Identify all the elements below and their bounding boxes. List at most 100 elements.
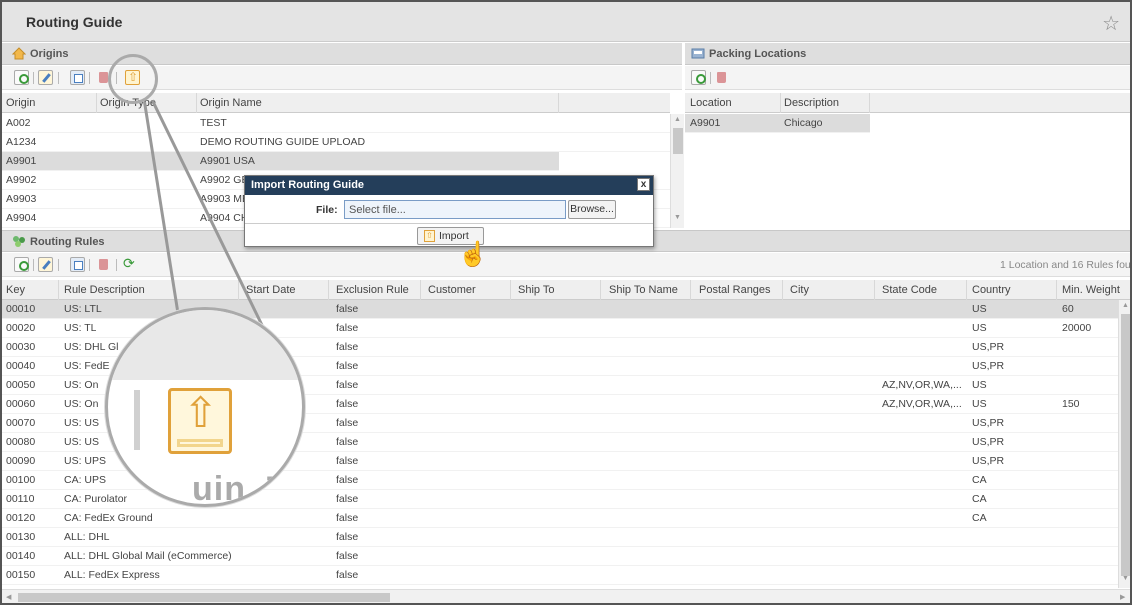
column-country[interactable]: Country [972, 284, 1011, 296]
cell-key: 00080 [6, 436, 36, 448]
column-divider [690, 280, 691, 300]
column-divider [510, 280, 511, 300]
toolbar-separator [58, 259, 59, 271]
scroll-down-icon[interactable]: ▼ [1122, 575, 1129, 582]
browse-button[interactable]: Browse... [568, 200, 616, 219]
table-row[interactable]: A9901 Chicago [685, 114, 870, 133]
column-min-weight[interactable]: Min. Weight [1062, 284, 1120, 296]
column-customer[interactable]: Customer [428, 284, 476, 296]
cell-country: US [972, 303, 987, 315]
file-input[interactable]: Select file... [344, 200, 566, 219]
zoom-toolbar-bg [108, 310, 302, 380]
dialog-header: Import Routing Guide x [245, 176, 653, 195]
packing-column-header: Location Description [685, 93, 1130, 113]
origins-scrollbar[interactable]: ▲ ▼ [670, 114, 684, 228]
rules-horizontal-scrollbar[interactable]: ◀ ▶ [2, 589, 1130, 603]
toolbar-separator [89, 72, 90, 84]
cell-rule-description: ALL: FedEx Express [64, 569, 160, 581]
column-description[interactable]: Description [784, 97, 839, 109]
scroll-down-icon[interactable]: ▼ [674, 214, 681, 221]
cell-rule-description: US: On [64, 398, 99, 410]
scroll-left-icon[interactable]: ◀ [6, 593, 11, 601]
origins-title: Origins [30, 48, 69, 60]
cell-origin: A9902 [6, 174, 37, 186]
column-divider [58, 280, 59, 300]
scroll-thumb[interactable] [18, 593, 390, 602]
copy-icon[interactable] [70, 70, 85, 85]
scroll-thumb[interactable] [673, 128, 683, 154]
cell-rule-description: US: FedE [64, 360, 110, 372]
column-city[interactable]: City [790, 284, 809, 296]
origins-column-header: Origin Origin Type Origin Name [2, 93, 670, 113]
cell-origin-name: DEMO ROUTING GUIDE UPLOAD [200, 136, 366, 148]
table-row[interactable]: A1234 DEMO ROUTING GUIDE UPLOAD [2, 133, 670, 152]
table-row[interactable]: 00120 CA: FedEx Ground false CA [2, 509, 1118, 528]
cell-origin: A002 [6, 117, 31, 129]
column-postal-ranges[interactable]: Postal Ranges [699, 284, 771, 296]
column-ship-to-name[interactable]: Ship To Name [609, 284, 678, 296]
add-icon[interactable] [14, 257, 29, 272]
column-rule-description[interactable]: Rule Description [64, 284, 145, 296]
add-icon[interactable] [691, 70, 706, 85]
cell-exclusion-rule: false [336, 322, 359, 334]
edit-icon[interactable] [38, 257, 53, 272]
table-row[interactable]: 00140 ALL: DHL Global Mail (eCommerce) fal… [2, 547, 1118, 566]
cell-exclusion-rule: false [336, 569, 359, 581]
rules-icon [13, 236, 25, 247]
table-row[interactable]: A9901 A9901 USA [2, 152, 559, 171]
toolbar-separator [33, 259, 34, 271]
cell-exclusion-rule: false [336, 398, 359, 410]
cell-rule-description: US: US [64, 436, 100, 448]
cell-exclusion-rule: false [336, 417, 359, 429]
origins-toolbar [2, 66, 682, 90]
column-key[interactable]: Key [6, 284, 25, 296]
column-state-code[interactable]: State Code [882, 284, 937, 296]
toolbar-separator [116, 259, 117, 271]
cell-rule-description: US: US [64, 417, 100, 429]
routing-rules-title: Routing Rules [30, 236, 105, 248]
app-window: Routing Guide ☆ Origins Origin Origin Ty… [0, 0, 1132, 605]
add-icon[interactable] [14, 70, 29, 85]
cell-rule-description: US: TL [64, 322, 97, 334]
zoom-magnifier: ⇧ uin. T [105, 307, 305, 507]
table-row[interactable]: 00150 ALL: FedEx Express false [2, 566, 1118, 585]
column-origin-name[interactable]: Origin Name [200, 97, 262, 109]
column-divider [874, 280, 875, 300]
scroll-up-icon[interactable]: ▲ [1122, 302, 1129, 309]
column-divider [1056, 280, 1057, 300]
cell-rule-description: US: On [64, 379, 99, 391]
cell-key: 00050 [6, 379, 36, 391]
copy-icon[interactable] [70, 257, 85, 272]
delete-icon[interactable] [714, 70, 729, 85]
column-ship-to[interactable]: Ship To [518, 284, 555, 296]
cell-country: US [972, 379, 987, 391]
cell-exclusion-rule: false [336, 436, 359, 448]
favorite-star-icon[interactable]: ☆ [1102, 11, 1120, 36]
edit-icon[interactable] [38, 70, 53, 85]
cell-origin: A1234 [6, 136, 37, 148]
cell-key: 00100 [6, 474, 36, 486]
cell-key: 00010 [6, 303, 36, 315]
cell-min-weight: 60 [1062, 303, 1074, 315]
cell-key: 00020 [6, 322, 36, 334]
scroll-thumb[interactable] [1121, 314, 1130, 576]
dialog-title: Import Routing Guide [251, 179, 365, 191]
table-row[interactable]: A002 TEST [2, 114, 670, 133]
scroll-up-icon[interactable]: ▲ [674, 116, 681, 123]
scroll-right-icon[interactable]: ▶ [1120, 593, 1125, 601]
file-label: File: [316, 204, 338, 216]
table-row[interactable]: 00130 ALL: DHL false [2, 528, 1118, 547]
column-location[interactable]: Location [690, 97, 732, 109]
delete-icon[interactable] [96, 257, 111, 272]
import-icon: ⇧ [424, 230, 435, 242]
cell-origin: A9903 [6, 193, 37, 205]
column-start-date[interactable]: Start Date [246, 284, 296, 296]
cell-origin-name: A9901 USA [200, 155, 255, 167]
origins-header: Origins [2, 43, 682, 65]
column-exclusion-rule[interactable]: Exclusion Rule [336, 284, 409, 296]
cell-rule-description: CA: FedEx Ground [64, 512, 153, 524]
column-origin[interactable]: Origin [6, 97, 35, 109]
close-icon[interactable]: x [637, 178, 650, 191]
rules-vertical-scrollbar[interactable]: ▲ ▼ [1118, 300, 1130, 588]
refresh-icon[interactable] [122, 255, 137, 272]
